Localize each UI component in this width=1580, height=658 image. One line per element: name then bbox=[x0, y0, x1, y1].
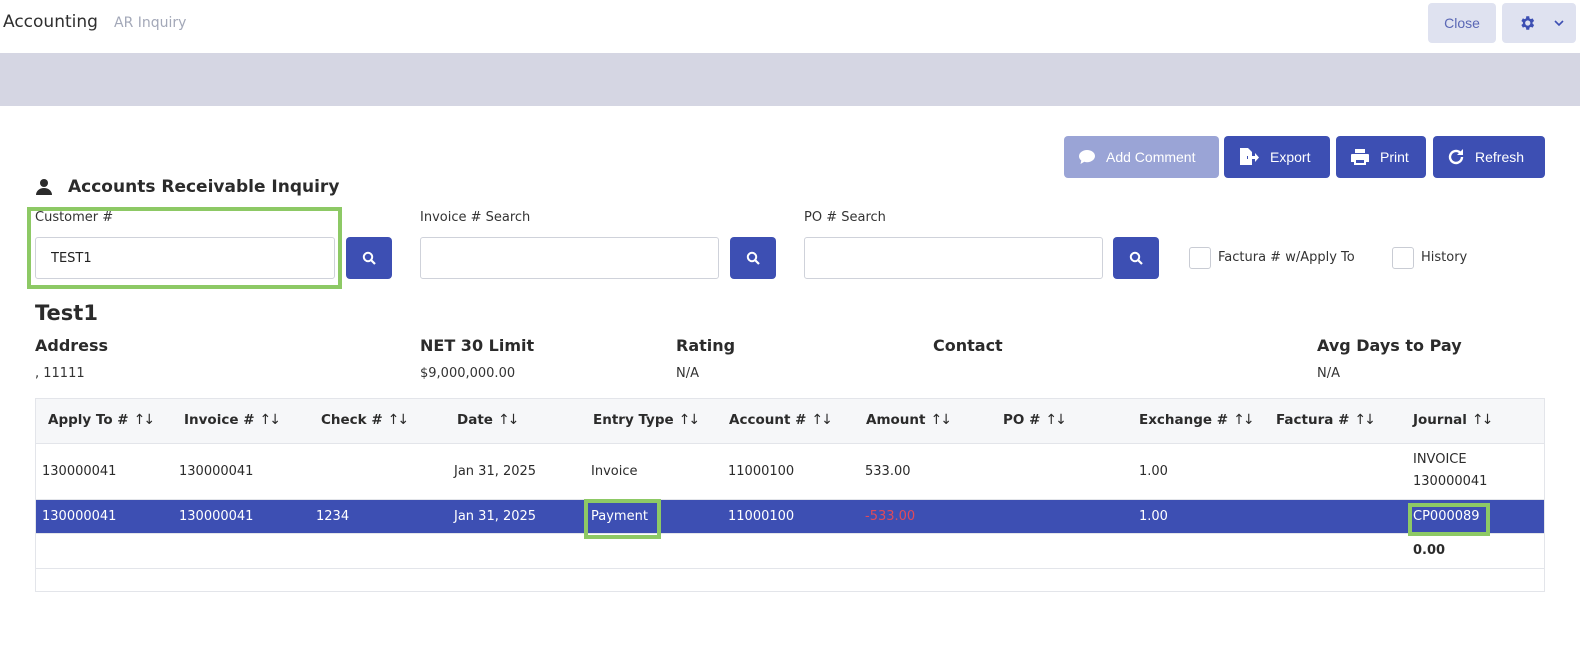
col-apply-to[interactable]: Apply To # ↑↓ bbox=[48, 412, 156, 428]
section-title: Accounts Receivable Inquiry bbox=[36, 177, 339, 197]
sort-icon[interactable]: ↑↓ bbox=[930, 412, 952, 428]
comment-icon bbox=[1079, 150, 1095, 164]
history-checkbox-label: History bbox=[1421, 250, 1468, 265]
table-row[interactable]: 130000041 130000041 Jan 31, 2025 Invoice… bbox=[36, 444, 1544, 500]
table-row-selected[interactable]: 130000041 130000041 1234 Jan 31, 2025 Pa… bbox=[36, 500, 1544, 534]
rating-value: N/A bbox=[676, 366, 699, 381]
col-po[interactable]: PO # ↑↓ bbox=[1003, 412, 1067, 428]
avg-days-value: N/A bbox=[1317, 366, 1340, 381]
cell-account: 11000100 bbox=[728, 464, 795, 479]
sort-icon[interactable]: ↑↓ bbox=[1233, 412, 1255, 428]
chevron-down-icon bbox=[1554, 20, 1564, 27]
top-bar: Accounting AR Inquiry Close bbox=[0, 0, 1580, 53]
customer-name: Test1 bbox=[35, 301, 98, 325]
breadcrumb[interactable]: AR Inquiry bbox=[114, 15, 186, 31]
cell-date: Jan 31, 2025 bbox=[454, 509, 537, 524]
journal-highlight bbox=[1408, 503, 1490, 536]
close-button[interactable]: Close bbox=[1428, 3, 1496, 43]
export-label: Export bbox=[1270, 149, 1311, 165]
col-date[interactable]: Date ↑↓ bbox=[457, 412, 520, 428]
customer-input[interactable] bbox=[35, 237, 335, 279]
contact-label: Contact bbox=[933, 336, 1003, 355]
col-journal[interactable]: Journal ↑↓ bbox=[1413, 412, 1494, 428]
ar-table: Apply To # ↑↓ Invoice # ↑↓ Check # ↑↓ Date ↑… bbox=[35, 398, 1545, 592]
po-search-input[interactable] bbox=[804, 237, 1103, 279]
address-label: Address bbox=[35, 336, 109, 355]
cell-date: Jan 31, 2025 bbox=[454, 464, 537, 479]
table-header-row: Apply To # ↑↓ Invoice # ↑↓ Check # ↑↓ Date ↑… bbox=[36, 399, 1544, 444]
sort-icon[interactable]: ↑↓ bbox=[1045, 412, 1067, 428]
table-total-row: 0.00 bbox=[36, 534, 1544, 569]
col-amount[interactable]: Amount ↑↓ bbox=[866, 412, 952, 428]
cell-apply-to: 130000041 bbox=[42, 509, 117, 524]
cell-apply-to: 130000041 bbox=[42, 464, 117, 479]
table-filler-row bbox=[36, 569, 1544, 591]
po-search-label: PO # Search bbox=[804, 210, 886, 225]
refresh-icon bbox=[1448, 149, 1464, 165]
col-entry-type[interactable]: Entry Type ↑↓ bbox=[593, 412, 701, 428]
export-icon bbox=[1240, 148, 1259, 165]
sort-icon[interactable]: ↑↓ bbox=[260, 412, 282, 428]
add-comment-button[interactable]: Add Comment bbox=[1064, 136, 1219, 178]
col-check[interactable]: Check # ↑↓ bbox=[321, 412, 410, 428]
search-icon bbox=[1129, 251, 1143, 265]
cell-invoice: 130000041 bbox=[179, 464, 254, 479]
po-search-button[interactable] bbox=[1113, 237, 1159, 279]
invoice-search-label: Invoice # Search bbox=[420, 210, 531, 225]
cell-journal-type: INVOICE bbox=[1413, 452, 1467, 467]
print-button[interactable]: Print bbox=[1336, 136, 1426, 178]
user-icon bbox=[36, 179, 52, 195]
customer-search-button[interactable] bbox=[346, 237, 392, 279]
cell-amount: 533.00 bbox=[865, 464, 911, 479]
sort-icon[interactable]: ↑↓ bbox=[1472, 412, 1494, 428]
header-band bbox=[0, 53, 1580, 106]
col-factura[interactable]: Factura # ↑↓ bbox=[1276, 412, 1376, 428]
customer-label: Customer # bbox=[35, 210, 114, 225]
factura-checkbox[interactable] bbox=[1189, 247, 1211, 269]
app-title: Accounting bbox=[3, 12, 98, 32]
refresh-label: Refresh bbox=[1475, 149, 1525, 165]
factura-checkbox-label: Factura # w/Apply To bbox=[1218, 250, 1355, 265]
limit-label: NET 30 Limit bbox=[420, 336, 535, 355]
history-checkbox[interactable] bbox=[1392, 247, 1414, 269]
cell-entry-type: Invoice bbox=[591, 464, 638, 479]
print-label: Print bbox=[1380, 149, 1409, 165]
rating-label: Rating bbox=[676, 336, 736, 355]
sort-icon[interactable]: ↑↓ bbox=[811, 412, 833, 428]
sort-icon[interactable]: ↑↓ bbox=[134, 412, 156, 428]
cell-exchange: 1.00 bbox=[1139, 509, 1168, 524]
avg-days-label: Avg Days to Pay bbox=[1317, 336, 1462, 355]
invoice-search-button[interactable] bbox=[730, 237, 776, 279]
cell-check: 1234 bbox=[316, 509, 350, 524]
export-button[interactable]: Export bbox=[1224, 136, 1330, 178]
cell-account: 11000100 bbox=[728, 509, 795, 524]
address-value: , 11111 bbox=[35, 366, 85, 381]
col-account[interactable]: Account # ↑↓ bbox=[729, 412, 833, 428]
gear-icon bbox=[1521, 16, 1535, 30]
total-value: 0.00 bbox=[1413, 543, 1446, 558]
search-icon bbox=[362, 251, 376, 265]
cell-invoice: 130000041 bbox=[179, 509, 254, 524]
sort-icon[interactable]: ↑↓ bbox=[679, 412, 701, 428]
col-exchange[interactable]: Exchange # ↑↓ bbox=[1139, 412, 1255, 428]
cell-exchange: 1.00 bbox=[1139, 464, 1168, 479]
section-title-text: Accounts Receivable Inquiry bbox=[68, 177, 340, 197]
cell-amount: -533.00 bbox=[865, 509, 916, 524]
refresh-button[interactable]: Refresh bbox=[1433, 136, 1545, 178]
search-icon bbox=[746, 251, 760, 265]
settings-button[interactable] bbox=[1502, 3, 1576, 43]
sort-icon[interactable]: ↑↓ bbox=[1354, 412, 1376, 428]
add-comment-label: Add Comment bbox=[1106, 149, 1196, 165]
entry-type-highlight bbox=[584, 499, 661, 539]
limit-value: $9,000,000.00 bbox=[420, 366, 516, 381]
col-invoice[interactable]: Invoice # ↑↓ bbox=[184, 412, 282, 428]
invoice-search-input[interactable] bbox=[420, 237, 719, 279]
sort-icon[interactable]: ↑↓ bbox=[498, 412, 520, 428]
print-icon bbox=[1351, 149, 1369, 165]
sort-icon[interactable]: ↑↓ bbox=[388, 412, 410, 428]
cell-journal-number: 130000041 bbox=[1413, 474, 1488, 489]
